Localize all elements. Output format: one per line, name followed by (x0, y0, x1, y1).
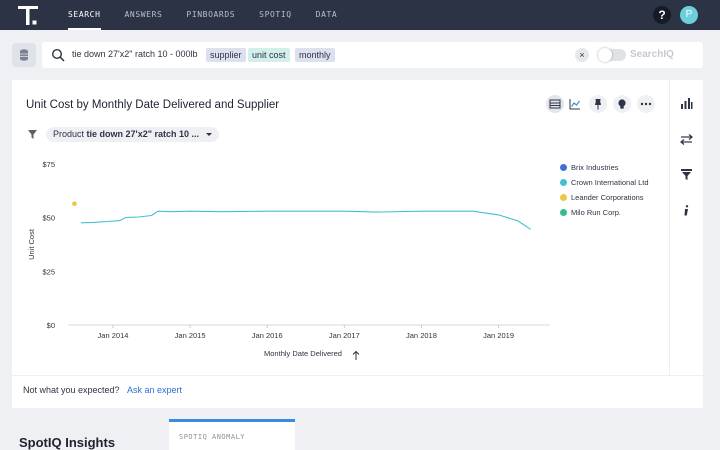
legend-label: Crown International Ltd (571, 178, 649, 187)
product-filter-chip[interactable]: Product tie down 27'x2" ratch 10 ... (46, 127, 219, 142)
thoughtspot-logo-icon[interactable] (18, 6, 38, 25)
nav-tabs: SEARCH ANSWERS PINBOARDS SPOTIQ DATA (68, 0, 361, 30)
searchiq-toggle[interactable] (598, 48, 626, 62)
not-expected-text: Not what you expected? (23, 385, 120, 395)
more-icon (640, 102, 652, 106)
legend-label: Milo Run Corp. (571, 208, 622, 217)
chart-view-button[interactable] (566, 95, 584, 113)
chart-type-icon (680, 97, 692, 109)
filter-label: Product (53, 129, 85, 139)
x-axis-title: Monthly Date Delivered (264, 349, 342, 358)
info-icon (684, 204, 688, 215)
y-axis-title: Unit Cost (27, 228, 36, 260)
legend-label: Leander Corporations (571, 193, 644, 202)
nav-tab-pinboards[interactable]: PINBOARDS (186, 0, 235, 30)
filter-funnel-icon (680, 168, 692, 180)
line-chart[interactable]: $0 $25 $50 $75 Jan 2014 Jan 2015 Jan 2016 Jan … (12, 150, 557, 370)
divider (669, 80, 670, 375)
search-bar[interactable]: tie down 27'x2" ratch 10 - 000lb supplie… (42, 42, 703, 68)
pin-button[interactable] (589, 95, 607, 113)
legend-item[interactable]: Milo Run Corp. (560, 205, 649, 220)
x-tick-label: Jan 2015 (175, 331, 206, 340)
search-token-supplier[interactable]: supplier (206, 48, 246, 62)
chart-type-button[interactable] (676, 93, 696, 113)
y-tick-label: $0 (47, 321, 55, 330)
answer-card: Unit Cost by Monthly Date Delivered and … (12, 80, 703, 408)
nav-tab-data[interactable]: DATA (316, 0, 338, 30)
legend-label: Brix Industries (571, 163, 619, 172)
legend-item[interactable]: Brix Industries (560, 160, 649, 175)
table-icon (549, 99, 561, 109)
spotiq-anomaly-card[interactable]: SPOTIQ ANOMALY (169, 419, 295, 450)
legend-swatch (560, 179, 567, 186)
chart-legend: Brix Industries Crown International Ltd Le… (560, 160, 649, 220)
answer-title: Unit Cost by Monthly Date Delivered and … (26, 99, 280, 111)
chart-icon (569, 99, 580, 110)
nav-tab-answers[interactable]: ANSWERS (125, 0, 163, 30)
series-point-2 (72, 201, 77, 207)
legend-swatch (560, 164, 567, 171)
insight-button[interactable] (613, 95, 631, 113)
search-icon (51, 48, 65, 62)
nav-tab-spotiq[interactable]: SPOTIQ (259, 0, 292, 30)
data-sources-button[interactable] (12, 43, 36, 67)
anomaly-label: SPOTIQ ANOMALY (179, 433, 246, 441)
help-button[interactable]: ? (653, 6, 671, 24)
y-tick-label: $75 (42, 160, 55, 169)
spotiq-insights-title: SpotIQ Insights (19, 435, 116, 450)
search-token-monthly[interactable]: monthly (295, 48, 335, 62)
nav-tab-search[interactable]: SEARCH (68, 0, 101, 30)
clear-search-icon[interactable]: × (575, 48, 589, 62)
pin-icon (595, 99, 601, 110)
filter-value: tie down 27'x2" ratch 10 ... (86, 129, 199, 139)
x-tick-label: Jan 2014 (98, 331, 129, 340)
more-options-button[interactable] (637, 95, 655, 113)
x-tick-label: Jan 2017 (329, 331, 360, 340)
configure-button[interactable] (676, 129, 696, 149)
x-tick-label: Jan 2018 (406, 331, 437, 340)
searchiq-label: SearchIQ (630, 49, 674, 60)
y-tick-label: $50 (42, 214, 55, 223)
legend-swatch (560, 209, 567, 216)
ask-expert-link[interactable]: Ask an expert (127, 385, 182, 395)
database-icon (20, 49, 28, 61)
legend-swatch (560, 194, 567, 201)
legend-item[interactable]: Leander Corporations (560, 190, 649, 205)
toggle-knob (598, 48, 612, 62)
table-view-button[interactable] (546, 95, 564, 113)
legend-item[interactable]: Crown International Ltd (560, 175, 649, 190)
chevron-down-icon (206, 133, 212, 136)
x-tick-label: Jan 2016 (252, 331, 283, 340)
filters-button[interactable] (676, 164, 696, 184)
search-token-unit-cost[interactable]: unit cost (248, 48, 290, 62)
top-nav: SEARCH ANSWERS PINBOARDS SPOTIQ DATA ? P (0, 0, 720, 30)
search-query-text[interactable]: tie down 27'x2" ratch 10 - 000lb (72, 49, 198, 59)
info-button[interactable] (676, 200, 696, 220)
divider (12, 375, 703, 376)
user-avatar[interactable]: P (680, 6, 698, 24)
filter-funnel-icon (28, 130, 37, 139)
series-line-1 (80, 210, 532, 230)
x-tick-label: Jan 2019 (483, 331, 514, 340)
y-tick-label: $25 (42, 267, 55, 276)
lightbulb-icon (618, 99, 626, 109)
sort-arrow-icon[interactable] (352, 350, 360, 360)
configure-icon (679, 133, 693, 145)
